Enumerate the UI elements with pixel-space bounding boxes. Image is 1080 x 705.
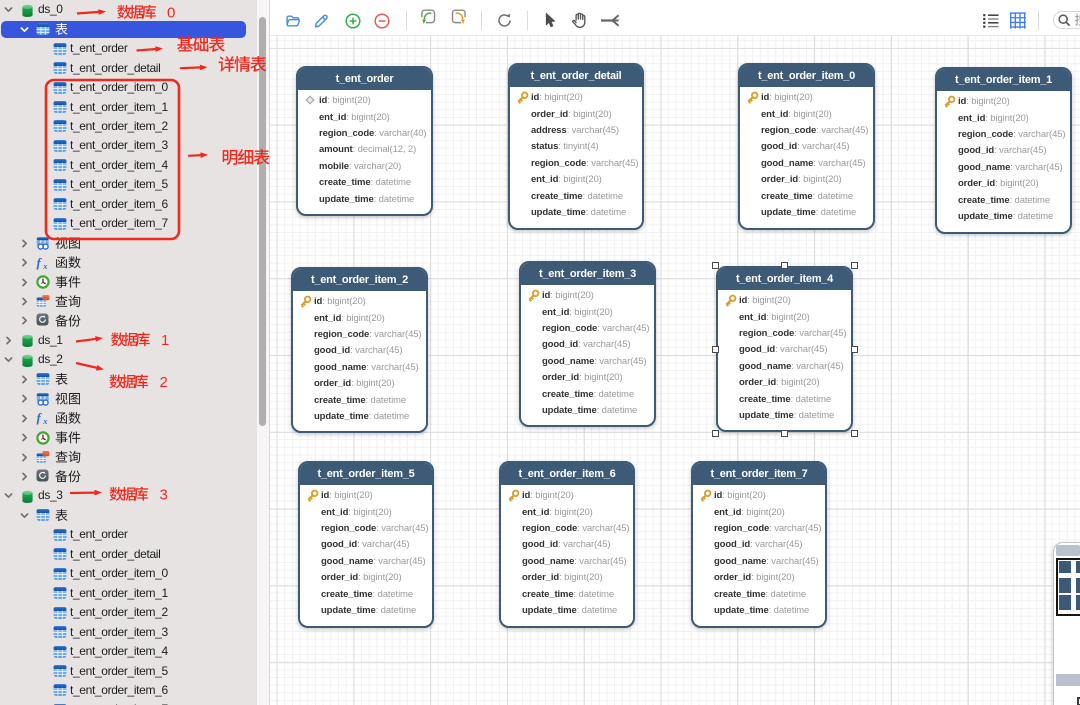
svg-text:x: x xyxy=(42,261,48,270)
svg-text:f: f xyxy=(37,411,43,425)
svg-text:f: f xyxy=(37,256,43,270)
svg-text:x: x xyxy=(42,416,48,425)
